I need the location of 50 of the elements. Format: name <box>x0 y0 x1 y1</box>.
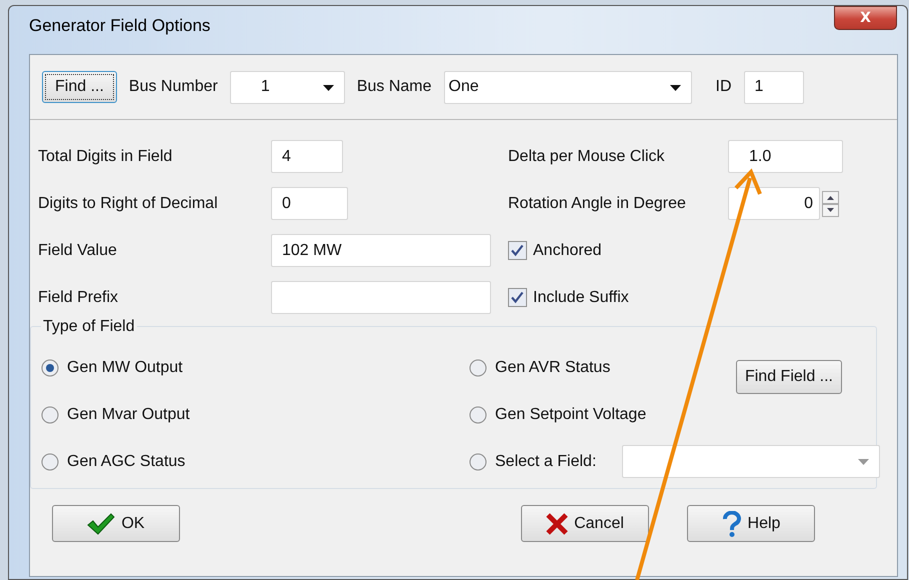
dialog-button[interactable]: OK <box>52 505 180 542</box>
field-label: Delta per Mouse Click <box>508 148 666 166</box>
checkmark-icon <box>87 512 116 534</box>
checkbox[interactable] <box>508 288 527 307</box>
radio-label: Gen AVR Status <box>495 358 610 376</box>
window-title: Generator Field Options <box>29 16 210 36</box>
spin-field[interactable]: 0 <box>728 187 820 220</box>
input-field[interactable]: 0 <box>271 187 348 220</box>
field-label: Field Value <box>38 242 118 260</box>
dropdown-icon <box>670 84 681 90</box>
cross-icon <box>546 512 568 534</box>
field-label: Field Prefix <box>38 288 120 306</box>
bus-number-combo[interactable]: 1 <box>230 70 345 104</box>
input-field[interactable] <box>271 281 491 314</box>
input-field[interactable]: 102 MW <box>271 234 491 267</box>
group-title: Type of Field <box>41 318 137 336</box>
checkbox-label: Anchored <box>533 242 602 260</box>
radio-label: Gen Setpoint Voltage <box>495 406 646 424</box>
radio-button[interactable] <box>41 452 59 470</box>
dialog-button[interactable]: Help <box>687 505 815 542</box>
bus-number-label: Bus Number <box>128 78 218 96</box>
field-label: Rotation Angle in Degree <box>508 194 687 212</box>
dropdown-icon <box>858 459 870 465</box>
field-label: Total Digits in Field <box>38 148 174 166</box>
id-field[interactable]: 1 <box>744 70 804 104</box>
input-field[interactable]: 4 <box>271 140 343 173</box>
close-button[interactable]: X <box>834 6 897 30</box>
radio-button[interactable] <box>469 358 487 376</box>
dropdown-icon <box>322 84 334 90</box>
spin-buttons[interactable] <box>822 190 839 216</box>
radio-label: Gen Mvar Output <box>67 406 190 424</box>
radio-label: Gen MW Output <box>67 358 183 376</box>
input-field[interactable]: 1.0 <box>728 140 843 173</box>
checkbox[interactable] <box>508 241 527 260</box>
find-field-button[interactable]: Find Field ... <box>736 360 842 394</box>
radio-button[interactable] <box>41 406 59 424</box>
question-mark-icon <box>722 510 742 536</box>
radio-button[interactable] <box>41 358 59 376</box>
field-label: Digits to Right of Decimal <box>38 194 219 212</box>
dialog-button[interactable]: Cancel <box>521 505 649 542</box>
find-button[interactable]: Find ... <box>42 71 117 103</box>
bus-name-combo[interactable]: One <box>444 70 692 104</box>
checkbox-label: Include Suffix <box>533 288 629 306</box>
field-select-combo[interactable] <box>622 445 880 478</box>
radio-button[interactable] <box>469 452 487 470</box>
id-label: ID <box>716 78 732 96</box>
radio-label: Gen AGC Status <box>67 452 186 470</box>
radio-button[interactable] <box>469 406 487 424</box>
bus-name-label: Bus Name <box>356 78 432 96</box>
radio-label: Select a Field: <box>495 452 596 470</box>
